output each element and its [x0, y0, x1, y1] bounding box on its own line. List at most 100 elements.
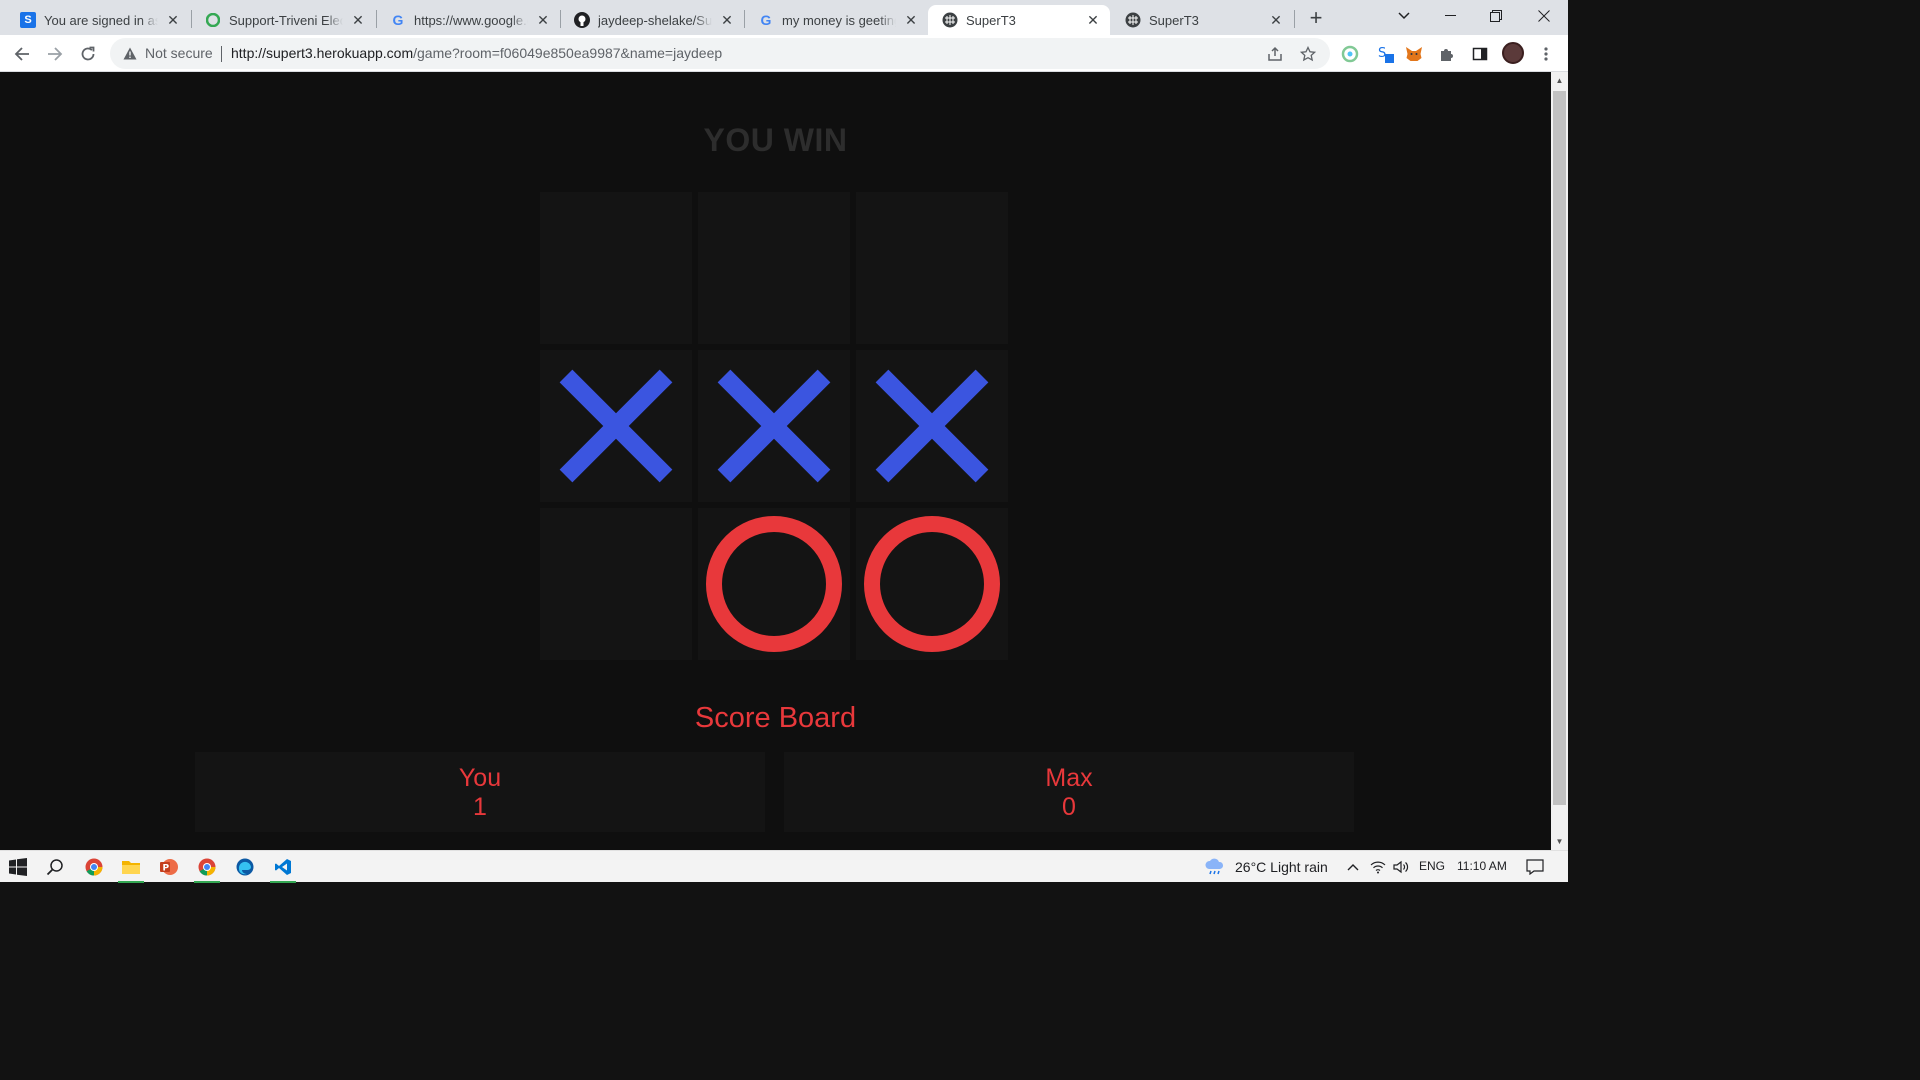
- warning-icon[interactable]: [122, 45, 138, 61]
- supert3-logo-icon: [942, 12, 958, 28]
- score-card-opponent: Max 0: [784, 752, 1354, 832]
- address-bar[interactable]: Not secure http://supert3.herokuapp.com/…: [110, 38, 1330, 69]
- clock[interactable]: 11:10 AM: [1457, 859, 1507, 873]
- board-cell[interactable]: [698, 350, 850, 502]
- language-indicator[interactable]: ENG: [1419, 859, 1445, 873]
- close-window-button[interactable]: [1521, 0, 1567, 32]
- restore-button[interactable]: [1473, 0, 1519, 32]
- close-icon[interactable]: ✕: [1084, 11, 1102, 29]
- browser-tab[interactable]: S You are signed in as 2 ✕: [6, 5, 190, 35]
- browser-tab-active[interactable]: SuperT3 ✕: [928, 5, 1110, 35]
- url-host: http://supert3.herokuapp.com: [231, 45, 414, 61]
- search-icon[interactable]: [42, 855, 68, 879]
- chrome-active-icon[interactable]: [194, 855, 220, 883]
- back-button[interactable]: [8, 40, 36, 68]
- tab-title: my money is geeting: [782, 12, 896, 28]
- x-mark-icon: [717, 369, 831, 483]
- arrow-right-icon: [48, 47, 63, 61]
- extension-circle-icon[interactable]: [1339, 43, 1361, 65]
- scroll-down-arrow-icon[interactable]: ▼: [1551, 833, 1568, 850]
- reload-button[interactable]: [74, 40, 102, 68]
- tab-search-button[interactable]: [1381, 0, 1427, 32]
- url-text[interactable]: http://supert3.herokuapp.com/game?room=f…: [231, 45, 722, 61]
- chrome-icon[interactable]: [81, 855, 107, 879]
- close-icon: [1538, 10, 1550, 22]
- close-icon[interactable]: ✕: [718, 11, 736, 29]
- game-page: YOU WIN Score Board You 1 Max 0: [0, 72, 1551, 850]
- vscode-icon[interactable]: [270, 855, 296, 883]
- restore-icon: [1490, 10, 1502, 22]
- windows-start-icon[interactable]: [5, 855, 31, 879]
- extension-s-icon[interactable]: S: [1374, 43, 1396, 65]
- security-label[interactable]: Not secure: [145, 45, 213, 61]
- board-cell[interactable]: [856, 192, 1008, 344]
- tab-title: jaydeep-shelake/Supe: [598, 12, 712, 28]
- chevron-down-icon: [1398, 12, 1410, 20]
- board-cell[interactable]: [698, 192, 850, 344]
- tab-title: Support-Triveni Electr: [229, 12, 343, 28]
- forward-button[interactable]: [41, 40, 69, 68]
- notification-icon[interactable]: [1522, 855, 1548, 879]
- scroll-thumb[interactable]: [1553, 91, 1566, 805]
- close-icon[interactable]: ✕: [534, 11, 552, 29]
- score-card-you: You 1: [195, 752, 765, 832]
- board-cell[interactable]: [698, 508, 850, 660]
- tab-title: https://www.google.c: [414, 12, 528, 28]
- star-icon[interactable]: [1298, 44, 1318, 64]
- tab-title: You are signed in as 2: [44, 12, 158, 28]
- chevron-up-icon[interactable]: [1340, 855, 1366, 879]
- player-score: 1: [473, 793, 487, 821]
- close-icon[interactable]: ✕: [1267, 11, 1285, 29]
- tic-tac-toe-board: [540, 192, 1012, 662]
- close-icon[interactable]: ✕: [349, 11, 367, 29]
- player-name: You: [458, 764, 502, 792]
- svg-text:P: P: [163, 864, 170, 874]
- s-logo-icon: S: [20, 12, 36, 28]
- leaf-icon: [205, 12, 221, 28]
- scroll-up-arrow-icon[interactable]: ▲: [1551, 72, 1568, 89]
- browser-tab[interactable]: SuperT3 ✕: [1111, 5, 1293, 35]
- tab-separator: [1294, 10, 1295, 28]
- puzzle-extensions-icon[interactable]: [1436, 43, 1458, 65]
- share-icon[interactable]: [1265, 44, 1285, 64]
- menu-kebab-icon[interactable]: [1535, 43, 1557, 65]
- browser-toolbar: Not secure http://supert3.herokuapp.com/…: [0, 35, 1568, 72]
- board-cell[interactable]: [856, 508, 1008, 660]
- browser-tab[interactable]: Support-Triveni Electr ✕: [191, 5, 375, 35]
- edge-icon[interactable]: [232, 855, 258, 879]
- file-explorer-icon[interactable]: [118, 855, 144, 883]
- o-mark-icon: [864, 516, 1000, 652]
- game-status: YOU WIN: [703, 122, 848, 158]
- new-tab-button[interactable]: +: [1303, 5, 1329, 31]
- o-mark-icon: [706, 516, 842, 652]
- browser-tab[interactable]: G https://www.google.c ✕: [376, 5, 560, 35]
- close-icon[interactable]: ✕: [164, 11, 182, 29]
- arrow-left-icon: [14, 47, 29, 61]
- metamask-fox-icon[interactable]: [1403, 43, 1425, 65]
- minimize-button[interactable]: [1427, 0, 1473, 32]
- google-icon: G: [392, 12, 404, 28]
- weather-text[interactable]: 26°C Light rain: [1235, 859, 1328, 875]
- side-panel-icon[interactable]: [1469, 43, 1491, 65]
- minimize-icon: [1444, 15, 1456, 16]
- browser-tab[interactable]: jaydeep-shelake/Supe ✕: [560, 5, 744, 35]
- windows-taskbar: P 26°C Light rain ENG 11:10 AM: [0, 850, 1568, 883]
- google-icon: G: [760, 12, 772, 28]
- browser-tab[interactable]: G my money is geeting ✕: [744, 5, 928, 35]
- x-mark-icon: [875, 369, 989, 483]
- volume-icon[interactable]: [1388, 855, 1414, 879]
- profile-avatar[interactable]: [1502, 42, 1524, 64]
- board-cell[interactable]: [540, 350, 692, 502]
- scoreboard-title: Score Board: [694, 702, 857, 734]
- reload-icon: [81, 46, 95, 61]
- github-icon: [574, 12, 590, 28]
- board-cell[interactable]: [540, 192, 692, 344]
- weather-rain-icon[interactable]: [1202, 855, 1228, 879]
- powerpoint-icon[interactable]: P: [156, 855, 182, 879]
- url-path: /game?room=f06049e850ea9987&name=jaydeep: [413, 45, 723, 61]
- player-score: 0: [1062, 793, 1076, 821]
- page-scrollbar[interactable]: ▲ ▼: [1551, 72, 1568, 850]
- board-cell[interactable]: [856, 350, 1008, 502]
- board-cell[interactable]: [540, 508, 692, 660]
- close-icon[interactable]: ✕: [902, 11, 920, 29]
